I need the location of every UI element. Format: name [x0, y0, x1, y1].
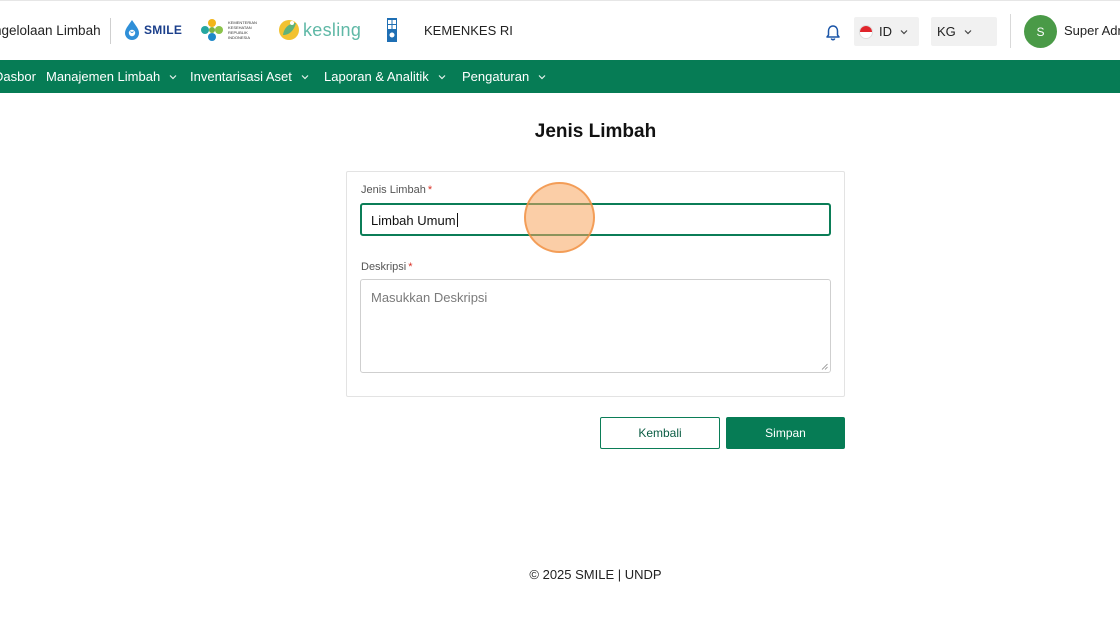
form-card: Jenis Limbah * Limbah Umum Deskripsi * Mas…	[346, 171, 845, 397]
avatar[interactable]: S	[1024, 15, 1057, 48]
unit-value: KG	[937, 24, 956, 39]
main-nav: Dasbor Manajemen Limbah Inventarisasi As…	[0, 60, 1120, 93]
header-divider	[110, 18, 111, 44]
name-label-text: Jenis Limbah	[361, 184, 426, 196]
waste-type-input[interactable]: Limbah Umum	[360, 203, 831, 236]
kemenkes-logo-icon	[201, 19, 223, 41]
name-field-label: Jenis Limbah *	[361, 184, 432, 196]
language-select[interactable]: ID	[854, 17, 919, 46]
required-mark: *	[408, 261, 413, 273]
company-name: KEMENKES RI	[424, 23, 513, 38]
language-value: ID	[879, 24, 892, 39]
nav-item-label: Manajemen Limbah	[46, 69, 161, 84]
nav-item-label: Inventarisasi Aset	[190, 69, 292, 84]
nav-item-inventarisasi-aset[interactable]: Inventarisasi Aset	[190, 69, 309, 84]
click-indicator	[524, 182, 595, 253]
required-mark: *	[427, 184, 433, 196]
footer-copyright: © 2025 SMILE | UNDP	[529, 567, 662, 582]
kesling-logo-icon	[279, 20, 299, 40]
kesling-logo-text: kesling	[303, 19, 362, 40]
page-title: Jenis Limbah	[534, 121, 657, 142]
user-name[interactable]: Super Adr	[1064, 23, 1120, 38]
back-button[interactable]: Kembali	[600, 417, 720, 449]
unit-select[interactable]: KG	[931, 17, 997, 46]
kesling-logo: kesling	[278, 18, 361, 42]
nav-item-label: Laporan & Analitik	[324, 69, 429, 84]
resize-handle-icon[interactable]	[821, 363, 828, 370]
description-label-text: Deskripsi	[361, 261, 407, 273]
nav-item-dasbor[interactable]: Dasbor	[0, 69, 36, 84]
description-placeholder: Masukkan Deskripsi	[371, 290, 488, 305]
kemenkes-logo: KEMENTERIAN KESEHATAN REPUBLIK INDONESIA	[200, 18, 260, 42]
kemenkes-logo-text: KEMENTERIAN KESEHATAN REPUBLIK INDONESIA	[228, 20, 257, 40]
chevron-down-icon	[964, 29, 972, 34]
app-title: ngelolaan Limbah	[0, 23, 101, 38]
nav-item-pengaturan[interactable]: Pengaturan	[462, 69, 546, 84]
waste-type-value: Limbah Umum	[371, 213, 456, 228]
chevron-down-icon	[538, 74, 546, 79]
chevron-down-icon	[169, 74, 177, 79]
description-field-label: Deskripsi *	[361, 261, 413, 273]
bell-icon[interactable]	[824, 24, 842, 42]
nav-item-laporan-analitik[interactable]: Laporan & Analitik	[324, 69, 446, 84]
smile-logo-text: SMILE	[144, 23, 183, 37]
nav-item-label: Dasbor	[0, 69, 36, 84]
nav-item-manajemen-limbah[interactable]: Manajemen Limbah	[46, 69, 177, 84]
indonesia-flag-icon	[859, 24, 873, 39]
text-caret	[456, 213, 458, 227]
undp-logo-icon	[387, 18, 397, 42]
chevron-down-icon	[301, 74, 309, 79]
chevron-down-icon	[900, 29, 908, 34]
save-button[interactable]: Simpan	[726, 417, 845, 449]
smile-drop-icon	[125, 20, 139, 40]
chevron-down-icon	[438, 74, 446, 79]
description-textarea[interactable]: Masukkan Deskripsi	[360, 279, 831, 373]
header-divider	[1010, 14, 1011, 48]
nav-item-label: Pengaturan	[462, 69, 530, 84]
top-header: ngelolaan Limbah SMILE KEMENTERIAN KESEH…	[0, 0, 1120, 60]
undp-logo	[387, 18, 397, 42]
smile-logo: SMILE	[123, 19, 182, 41]
